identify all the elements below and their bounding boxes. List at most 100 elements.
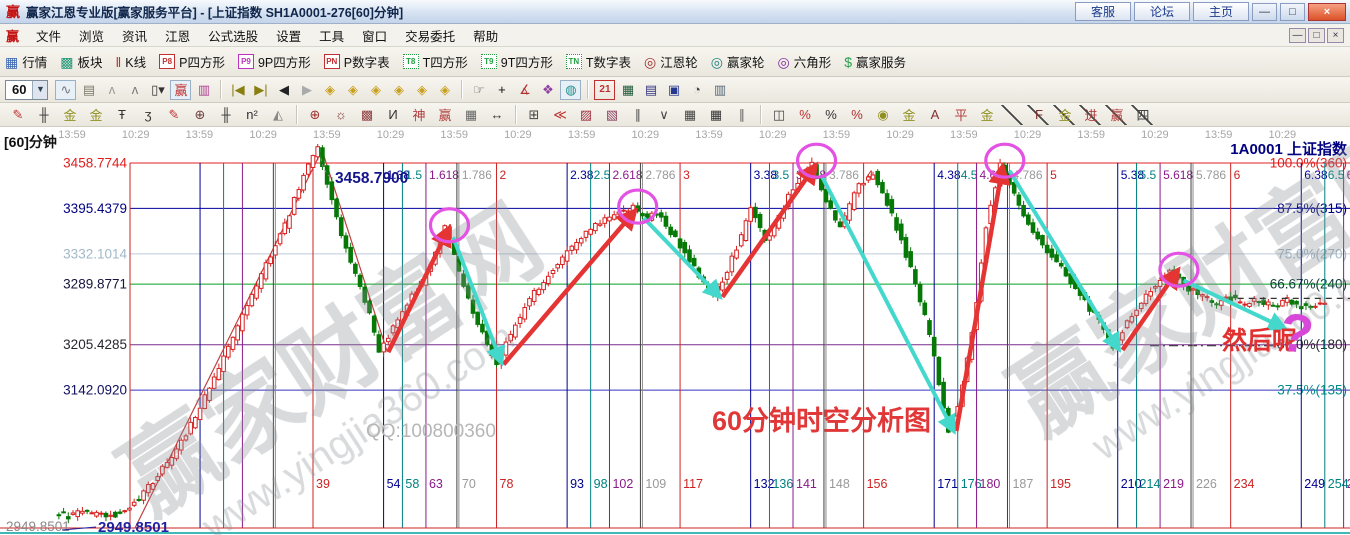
restore-button[interactable]: □: [1280, 3, 1305, 21]
shen-tool-icon[interactable]: 神: [407, 105, 431, 125]
gann-shape-icon[interactable]: ❖: [537, 80, 558, 100]
pencil-icon[interactable]: ✎: [6, 105, 30, 125]
diag-icon[interactable]: [1001, 105, 1025, 125]
diag-ying-icon[interactable]: 赢: [1105, 105, 1129, 125]
home-button[interactable]: 主页: [1193, 2, 1249, 21]
color-bars-icon[interactable]: ▥: [193, 80, 214, 100]
zigzag-icon[interactable]: ʌ: [124, 80, 145, 100]
menu-item-5[interactable]: 公式选股: [199, 24, 267, 47]
menu-item-4[interactable]: 江恩: [156, 24, 199, 47]
zoom-left-icon[interactable]: ◈: [319, 80, 340, 100]
menu-item-9[interactable]: 交易委托: [396, 24, 464, 47]
zigzag-small-icon[interactable]: ʌ: [101, 80, 122, 100]
diag-gold-icon[interactable]: 金: [1053, 105, 1077, 125]
toolbar-item-p-table[interactable]: PNP数字表: [324, 52, 390, 71]
toolbar-item-9t-square[interactable]: T99T四方形: [481, 52, 553, 71]
shade-fan-icon[interactable]: ▨: [574, 105, 598, 125]
notes-icon[interactable]: ▤: [640, 80, 661, 100]
menu-item-6[interactable]: 设置: [267, 24, 310, 47]
turns-icon[interactable]: И: [381, 105, 405, 125]
curve-fence-icon[interactable]: ʒ: [136, 105, 160, 125]
line-fan-icon[interactable]: ∥: [626, 105, 650, 125]
ping-lines-icon[interactable]: 平: [949, 105, 973, 125]
close-button[interactable]: ×: [1308, 3, 1346, 21]
toolbar-item-quotes[interactable]: ▦行情: [5, 52, 47, 71]
gold-fence-icon[interactable]: 金: [58, 105, 82, 125]
save-icon[interactable]: ▣: [663, 80, 684, 100]
zoom-out-icon[interactable]: ◈: [411, 80, 432, 100]
period-combo[interactable]: 60 ▼: [5, 80, 48, 100]
child-close-button[interactable]: ×: [1327, 28, 1344, 43]
page-forward-icon[interactable]: ▶: [296, 80, 317, 100]
diag-si-icon[interactable]: 四: [1131, 105, 1155, 125]
menu-item-10[interactable]: 帮助: [464, 24, 507, 47]
crosshair-icon[interactable]: +: [491, 80, 512, 100]
v-lines-icon[interactable]: ∨: [652, 105, 676, 125]
diag-f-icon[interactable]: F: [1027, 105, 1051, 125]
parallel-icon[interactable]: ∥: [730, 105, 754, 125]
toolbar-item-sectors[interactable]: ▩板块: [60, 52, 102, 71]
chart-canvas[interactable]: 13:5910:2913:5910:2913:5910:2913:5910:29…: [0, 127, 1350, 535]
shaded-grid-icon[interactable]: ▩: [355, 105, 379, 125]
shade-fan2-icon[interactable]: ▧: [600, 105, 624, 125]
ying-analysis-icon[interactable]: 赢: [170, 80, 191, 100]
hand-tool-icon[interactable]: ☞: [468, 80, 489, 100]
histogram-icon[interactable]: ◫: [767, 105, 791, 125]
menu-item-2[interactable]: 浏览: [70, 24, 113, 47]
zoom-right-icon[interactable]: ◈: [342, 80, 363, 100]
starburst-icon[interactable]: ☼: [329, 105, 353, 125]
calculator-icon[interactable]: ▦: [617, 80, 638, 100]
f-fence-icon[interactable]: Ŧ: [110, 105, 134, 125]
page-back-icon[interactable]: ◀: [273, 80, 294, 100]
first-page-icon[interactable]: |◀: [227, 80, 248, 100]
minimize-button[interactable]: —: [1252, 3, 1277, 21]
last-page-icon[interactable]: ▶|: [250, 80, 271, 100]
angle-tool-icon[interactable]: ∡: [514, 80, 535, 100]
menu-item-8[interactable]: 窗口: [353, 24, 396, 47]
gold-fan-icon[interactable]: 金: [975, 105, 999, 125]
ying-tool-icon[interactable]: 赢: [433, 105, 457, 125]
toolbar-item-t-square[interactable]: T8T四方形: [403, 52, 468, 71]
toolbar-item-gann-wheel[interactable]: ◎江恩轮: [644, 52, 698, 71]
diag-jin-icon[interactable]: 进: [1079, 105, 1103, 125]
gold-lines-icon[interactable]: 金: [897, 105, 921, 125]
grid2-icon[interactable]: ▦: [704, 105, 728, 125]
forum-button[interactable]: 论坛: [1134, 2, 1190, 21]
toolbar-item-kline[interactable]: ‖K线: [116, 52, 147, 71]
fence-icon[interactable]: ╫: [32, 105, 56, 125]
smart-analysis-icon[interactable]: ◍: [560, 80, 581, 100]
report-icon[interactable]: ▤: [78, 80, 99, 100]
protractor-icon[interactable]: ◭: [266, 105, 290, 125]
zoom-horizontal-icon[interactable]: ◈: [365, 80, 386, 100]
child-restore-button[interactable]: □: [1308, 28, 1325, 43]
ray-fan-icon[interactable]: ≪: [548, 105, 572, 125]
circle-ticks-icon[interactable]: ⊕: [188, 105, 212, 125]
n-squared-icon[interactable]: n²: [240, 105, 264, 125]
box-lines-icon[interactable]: ⊞: [522, 105, 546, 125]
pencil-circle-icon[interactable]: ✎: [162, 105, 186, 125]
child-minimize-button[interactable]: —: [1289, 28, 1306, 43]
menu-item-3[interactable]: 资讯: [113, 24, 156, 47]
percent-tri-icon[interactable]: %: [793, 105, 817, 125]
history-save-icon[interactable]: ◔: [686, 80, 707, 100]
a-pencil-icon[interactable]: A: [923, 105, 947, 125]
zoom-in-icon[interactable]: ◈: [388, 80, 409, 100]
toolbar-item-winner-service[interactable]: $赢家服务: [844, 52, 906, 71]
span-arrows-icon[interactable]: ↔: [485, 105, 509, 125]
candle-style-icon[interactable]: ▯▾: [147, 80, 168, 100]
gold-fence2-icon[interactable]: 金: [84, 105, 108, 125]
menu-item-1[interactable]: 文件: [27, 24, 70, 47]
toolbar-item-t-table[interactable]: TNT数字表: [566, 52, 631, 71]
toolbar-item-9p-square[interactable]: P99P四方形: [238, 52, 311, 71]
percent-lines-icon[interactable]: %: [845, 105, 869, 125]
compass-icon[interactable]: ⊕: [303, 105, 327, 125]
customer-service-button[interactable]: 客服: [1075, 2, 1131, 21]
toolbar-item-p-square[interactable]: P8P四方形: [159, 52, 225, 71]
fence2-icon[interactable]: ╫: [214, 105, 238, 125]
print-icon[interactable]: ▥: [709, 80, 730, 100]
grid-icon[interactable]: ▦: [678, 105, 702, 125]
toolbar-item-hexagon[interactable]: ◎六角形: [777, 52, 831, 71]
zoom-all-icon[interactable]: ◈: [434, 80, 455, 100]
calendar-icon[interactable]: 21: [594, 80, 615, 100]
grid-123-icon[interactable]: ▦: [459, 105, 483, 125]
